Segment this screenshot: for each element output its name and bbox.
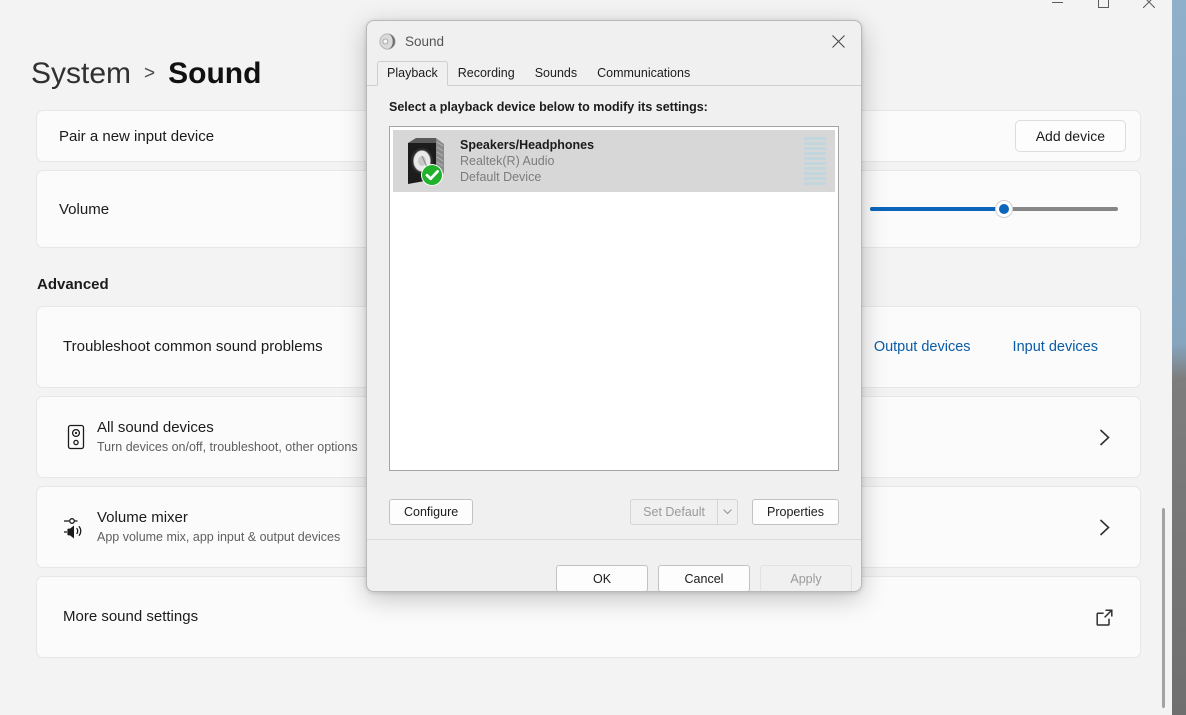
dialog-body: Select a playback device below to modify… xyxy=(367,86,861,539)
more-sound-settings-title: More sound settings xyxy=(63,608,199,625)
tab-communications[interactable]: Communications xyxy=(587,61,700,85)
dialog-tabs: Playback Recording Sounds Communications xyxy=(367,61,861,86)
input-devices-link[interactable]: Input devices xyxy=(1013,339,1098,355)
add-device-button[interactable]: Add device xyxy=(1014,120,1126,152)
playback-device-list[interactable]: Speakers/Headphones Realtek(R) Audio Def… xyxy=(389,126,839,471)
dialog-footer: OK Cancel Apply xyxy=(367,539,861,591)
minimize-icon[interactable] xyxy=(1034,0,1080,18)
troubleshoot-links: Output devices Input devices xyxy=(874,339,1124,355)
device-text: Speakers/Headphones Realtek(R) Audio Def… xyxy=(454,137,804,185)
sound-speaker-icon xyxy=(379,33,396,50)
external-link-icon xyxy=(1084,608,1124,626)
volume-slider[interactable] xyxy=(870,198,1118,220)
volume-slider-thumb[interactable] xyxy=(994,200,1013,218)
speaker-icon xyxy=(398,135,454,187)
breadcrumb-parent[interactable]: System xyxy=(31,57,131,91)
dialog-prompt: Select a playback device below to modify… xyxy=(389,100,708,114)
volume-slider-fill xyxy=(870,207,1004,211)
breadcrumb: System > Sound xyxy=(31,57,261,91)
configure-button[interactable]: Configure xyxy=(389,499,474,525)
speaker-device-icon xyxy=(59,424,93,450)
set-default-button: Set Default xyxy=(643,505,706,519)
set-default-split-button[interactable]: Set Default xyxy=(630,499,739,525)
ok-button[interactable]: OK xyxy=(556,565,648,591)
sound-dialog: Sound Playback Recording Sounds Communic… xyxy=(366,20,862,592)
properties-button[interactable]: Properties xyxy=(752,499,839,525)
dialog-title-bar[interactable]: Sound xyxy=(367,21,861,62)
tab-sounds[interactable]: Sounds xyxy=(525,61,587,85)
chevron-down-icon[interactable] xyxy=(717,500,737,524)
cancel-button[interactable]: Cancel xyxy=(658,565,750,591)
dialog-title: Sound xyxy=(405,34,445,49)
tab-playback[interactable]: Playback xyxy=(377,61,448,86)
volume-meter xyxy=(804,137,826,185)
more-sound-settings-text: More sound settings xyxy=(59,607,1084,627)
output-devices-link[interactable]: Output devices xyxy=(874,339,971,355)
breadcrumb-separator-icon: > xyxy=(144,63,156,84)
pair-input-device-label: Pair a new input device xyxy=(59,127,215,145)
window-caption-buttons xyxy=(1034,0,1172,18)
list-item[interactable]: Speakers/Headphones Realtek(R) Audio Def… xyxy=(393,130,835,192)
volume-mixer-icon xyxy=(59,514,93,540)
device-driver: Realtek(R) Audio xyxy=(460,154,555,168)
chevron-right-icon xyxy=(1084,518,1124,536)
close-icon[interactable] xyxy=(815,21,861,62)
chevron-right-icon xyxy=(1084,428,1124,446)
tab-recording[interactable]: Recording xyxy=(448,61,525,85)
device-status: Default Device xyxy=(460,170,542,184)
maximize-icon[interactable] xyxy=(1080,0,1126,18)
volume-label: Volume xyxy=(59,200,110,218)
dialog-action-bar: Configure Set Default Properties xyxy=(389,499,839,525)
device-name: Speakers/Headphones xyxy=(460,138,595,152)
page-title: Sound xyxy=(168,57,262,90)
vertical-scrollbar[interactable] xyxy=(1162,508,1165,708)
apply-button: Apply xyxy=(760,565,852,591)
close-icon[interactable] xyxy=(1126,0,1172,18)
